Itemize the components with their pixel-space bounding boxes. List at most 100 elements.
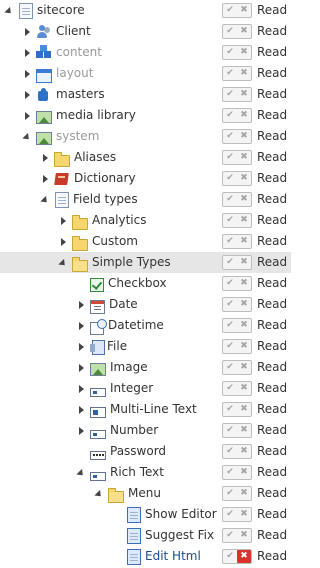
tree-node-label[interactable]: Client bbox=[56, 21, 91, 42]
tree-node[interactable]: sitecore bbox=[4, 0, 85, 21]
tree-row[interactable]: content ✔ ✖ Read bbox=[0, 42, 291, 63]
allow-check-icon[interactable]: ✔ bbox=[223, 172, 237, 185]
read-permission-toggle[interactable]: ✔ ✖ bbox=[222, 318, 252, 333]
tree-node-label[interactable]: Analytics bbox=[92, 210, 147, 231]
deny-x-icon[interactable]: ✖ bbox=[237, 298, 251, 311]
read-permission-toggle[interactable]: ✔ ✖ bbox=[222, 528, 252, 543]
tree-row[interactable]: File ✔ ✖ Read bbox=[0, 336, 291, 357]
collapsed-arrow-icon[interactable] bbox=[22, 63, 32, 84]
allow-check-icon[interactable]: ✔ bbox=[223, 403, 237, 416]
tree-node[interactable]: Analytics bbox=[58, 210, 147, 231]
tree-node[interactable]: Dictionary bbox=[40, 168, 136, 189]
deny-x-icon[interactable]: ✖ bbox=[237, 172, 251, 185]
read-permission-toggle[interactable]: ✔ ✖ bbox=[222, 549, 252, 564]
tree-node[interactable]: Aliases bbox=[40, 147, 116, 168]
tree-node[interactable]: content bbox=[22, 42, 102, 63]
read-permission-toggle[interactable]: ✔ ✖ bbox=[222, 444, 252, 459]
deny-x-icon[interactable]: ✖ bbox=[237, 487, 251, 500]
collapsed-arrow-icon[interactable] bbox=[76, 336, 86, 357]
expanded-arrow-icon[interactable] bbox=[40, 189, 50, 210]
tree-node-label[interactable]: Dictionary bbox=[74, 168, 136, 189]
tree-node-label[interactable]: layout bbox=[56, 63, 93, 84]
deny-x-icon[interactable]: ✖ bbox=[237, 445, 251, 458]
tree-row[interactable]: Date ✔ ✖ Read bbox=[0, 294, 291, 315]
deny-x-icon[interactable]: ✖ bbox=[237, 529, 251, 542]
tree-node-label[interactable]: Image bbox=[110, 357, 148, 378]
tree-node[interactable]: layout bbox=[22, 63, 93, 84]
tree-node-label[interactable]: Show Editor bbox=[145, 504, 217, 525]
deny-x-icon[interactable]: ✖ bbox=[237, 508, 251, 521]
tree-node[interactable]: Simple Types bbox=[58, 252, 171, 273]
allow-check-icon[interactable]: ✔ bbox=[223, 4, 237, 17]
read-permission-toggle[interactable]: ✔ ✖ bbox=[222, 486, 252, 501]
allow-check-icon[interactable]: ✔ bbox=[223, 424, 237, 437]
deny-x-icon[interactable]: ✖ bbox=[237, 550, 251, 563]
tree-node[interactable]: Password bbox=[76, 441, 166, 462]
tree-node-label[interactable]: Field types bbox=[73, 189, 138, 210]
deny-x-icon[interactable]: ✖ bbox=[237, 25, 251, 38]
deny-x-icon[interactable]: ✖ bbox=[237, 466, 251, 479]
tree-row[interactable]: Client ✔ ✖ Read bbox=[0, 21, 291, 42]
tree-node[interactable]: Number bbox=[76, 420, 158, 441]
collapsed-arrow-icon[interactable] bbox=[76, 294, 86, 315]
tree-node-label[interactable]: Edit Html bbox=[145, 546, 201, 567]
tree-node[interactable]: system bbox=[22, 126, 99, 147]
deny-x-icon[interactable]: ✖ bbox=[237, 67, 251, 80]
tree-node[interactable]: Custom bbox=[58, 231, 138, 252]
expanded-arrow-icon[interactable] bbox=[76, 462, 86, 483]
collapsed-arrow-icon[interactable] bbox=[76, 378, 86, 399]
tree-row[interactable]: Show Editor ✔ ✖ Read bbox=[0, 504, 291, 525]
allow-check-icon[interactable]: ✔ bbox=[223, 361, 237, 374]
deny-x-icon[interactable]: ✖ bbox=[237, 235, 251, 248]
deny-x-icon[interactable]: ✖ bbox=[237, 340, 251, 353]
tree-node[interactable]: Rich Text bbox=[76, 462, 164, 483]
deny-x-icon[interactable]: ✖ bbox=[237, 382, 251, 395]
tree-row[interactable]: Image ✔ ✖ Read bbox=[0, 357, 291, 378]
tree-node[interactable]: Edit Html bbox=[112, 546, 201, 567]
tree-node-label[interactable]: masters bbox=[56, 84, 105, 105]
tree-row[interactable]: Number ✔ ✖ Read bbox=[0, 420, 291, 441]
tree-node-label[interactable]: Multi-Line Text bbox=[110, 399, 197, 420]
expanded-arrow-icon[interactable] bbox=[22, 126, 32, 147]
tree-node-label[interactable]: Simple Types bbox=[92, 252, 171, 273]
allow-check-icon[interactable]: ✔ bbox=[223, 193, 237, 206]
allow-check-icon[interactable]: ✔ bbox=[223, 298, 237, 311]
read-permission-toggle[interactable]: ✔ ✖ bbox=[222, 192, 252, 207]
tree-node-label[interactable]: sitecore bbox=[37, 0, 85, 21]
tree-row[interactable]: Integer ✔ ✖ Read bbox=[0, 378, 291, 399]
tree-node-label[interactable]: media library bbox=[56, 105, 136, 126]
allow-check-icon[interactable]: ✔ bbox=[223, 67, 237, 80]
read-permission-toggle[interactable]: ✔ ✖ bbox=[222, 3, 252, 18]
deny-x-icon[interactable]: ✖ bbox=[237, 277, 251, 290]
read-permission-toggle[interactable]: ✔ ✖ bbox=[222, 171, 252, 186]
read-permission-toggle[interactable]: ✔ ✖ bbox=[222, 423, 252, 438]
deny-x-icon[interactable]: ✖ bbox=[237, 193, 251, 206]
tree-node-label[interactable]: Date bbox=[109, 294, 138, 315]
tree-node[interactable]: Checkbox bbox=[76, 273, 167, 294]
tree-row[interactable]: Multi-Line Text ✔ ✖ Read bbox=[0, 399, 291, 420]
collapsed-arrow-icon[interactable] bbox=[22, 105, 32, 126]
tree-node[interactable]: File bbox=[76, 336, 127, 357]
deny-x-icon[interactable]: ✖ bbox=[237, 109, 251, 122]
deny-x-icon[interactable]: ✖ bbox=[237, 361, 251, 374]
allow-check-icon[interactable]: ✔ bbox=[223, 25, 237, 38]
tree-node[interactable]: Show Editor bbox=[112, 504, 217, 525]
tree-node[interactable]: Datetime bbox=[76, 315, 164, 336]
read-permission-toggle[interactable]: ✔ ✖ bbox=[222, 360, 252, 375]
tree-row[interactable]: Aliases ✔ ✖ Read bbox=[0, 147, 291, 168]
tree-row[interactable]: masters ✔ ✖ Read bbox=[0, 84, 291, 105]
read-permission-toggle[interactable]: ✔ ✖ bbox=[222, 24, 252, 39]
tree-row[interactable]: media library ✔ ✖ Read bbox=[0, 105, 291, 126]
read-permission-toggle[interactable]: ✔ ✖ bbox=[222, 507, 252, 522]
tree-node[interactable]: Date bbox=[76, 294, 138, 315]
deny-x-icon[interactable]: ✖ bbox=[237, 403, 251, 416]
read-permission-toggle[interactable]: ✔ ✖ bbox=[222, 339, 252, 354]
deny-x-icon[interactable]: ✖ bbox=[237, 151, 251, 164]
read-permission-toggle[interactable]: ✔ ✖ bbox=[222, 402, 252, 417]
collapsed-arrow-icon[interactable] bbox=[40, 168, 50, 189]
tree-node[interactable]: media library bbox=[22, 105, 136, 126]
allow-check-icon[interactable]: ✔ bbox=[223, 382, 237, 395]
allow-check-icon[interactable]: ✔ bbox=[223, 277, 237, 290]
tree-node-label[interactable]: File bbox=[107, 336, 127, 357]
expanded-arrow-icon[interactable] bbox=[58, 252, 68, 273]
